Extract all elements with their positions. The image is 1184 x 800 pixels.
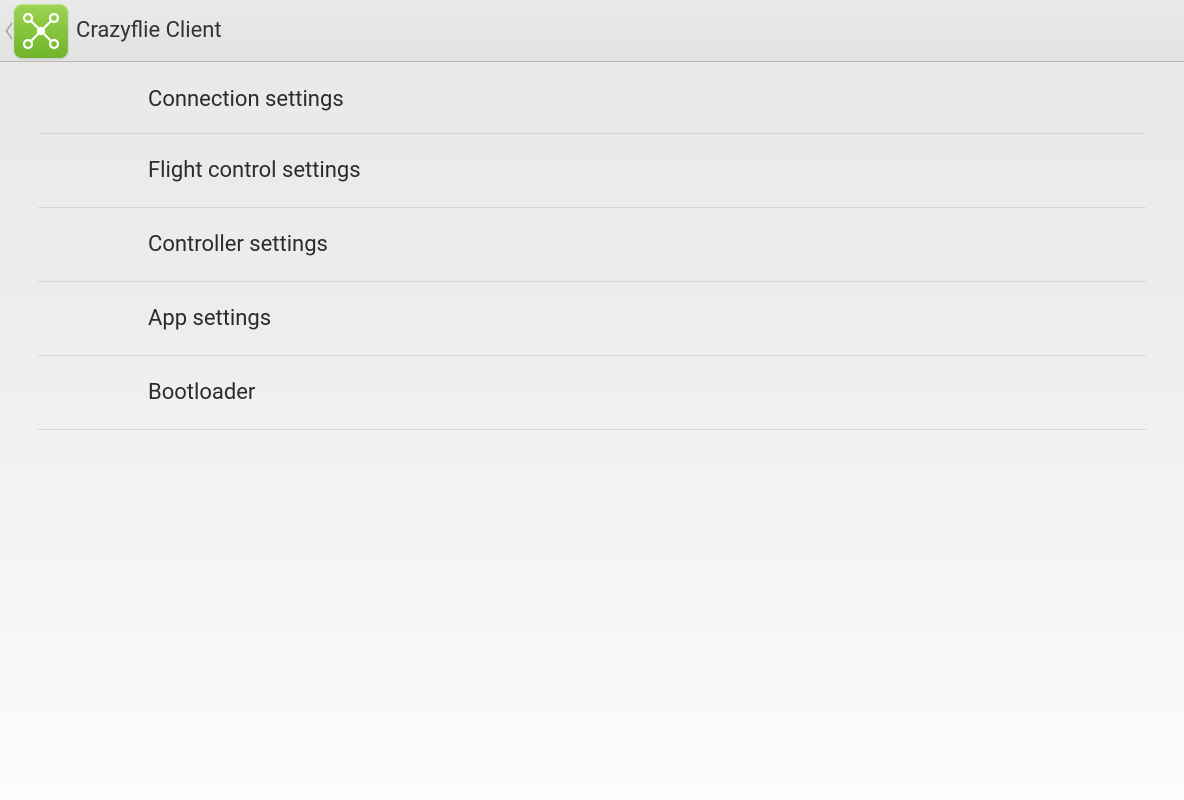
list-item-label: Controller settings bbox=[148, 232, 328, 257]
chevron-left-icon bbox=[4, 20, 14, 42]
list-item-label: App settings bbox=[148, 306, 271, 331]
settings-list: Connection settings Flight control setti… bbox=[0, 62, 1184, 430]
action-bar: Crazyflie Client bbox=[0, 0, 1184, 62]
app-icon[interactable] bbox=[14, 4, 68, 58]
list-item-label: Bootloader bbox=[148, 380, 255, 405]
list-item-connection-settings[interactable]: Connection settings bbox=[38, 66, 1146, 134]
list-item-label: Connection settings bbox=[148, 87, 344, 112]
list-item-app-settings[interactable]: App settings bbox=[38, 282, 1146, 356]
list-item-label: Flight control settings bbox=[148, 158, 361, 183]
app-title: Crazyflie Client bbox=[76, 18, 222, 43]
back-button[interactable] bbox=[4, 1, 14, 61]
list-item-controller-settings[interactable]: Controller settings bbox=[38, 208, 1146, 282]
drone-icon bbox=[20, 10, 62, 52]
list-item-flight-control-settings[interactable]: Flight control settings bbox=[38, 134, 1146, 208]
list-item-bootloader[interactable]: Bootloader bbox=[38, 356, 1146, 430]
